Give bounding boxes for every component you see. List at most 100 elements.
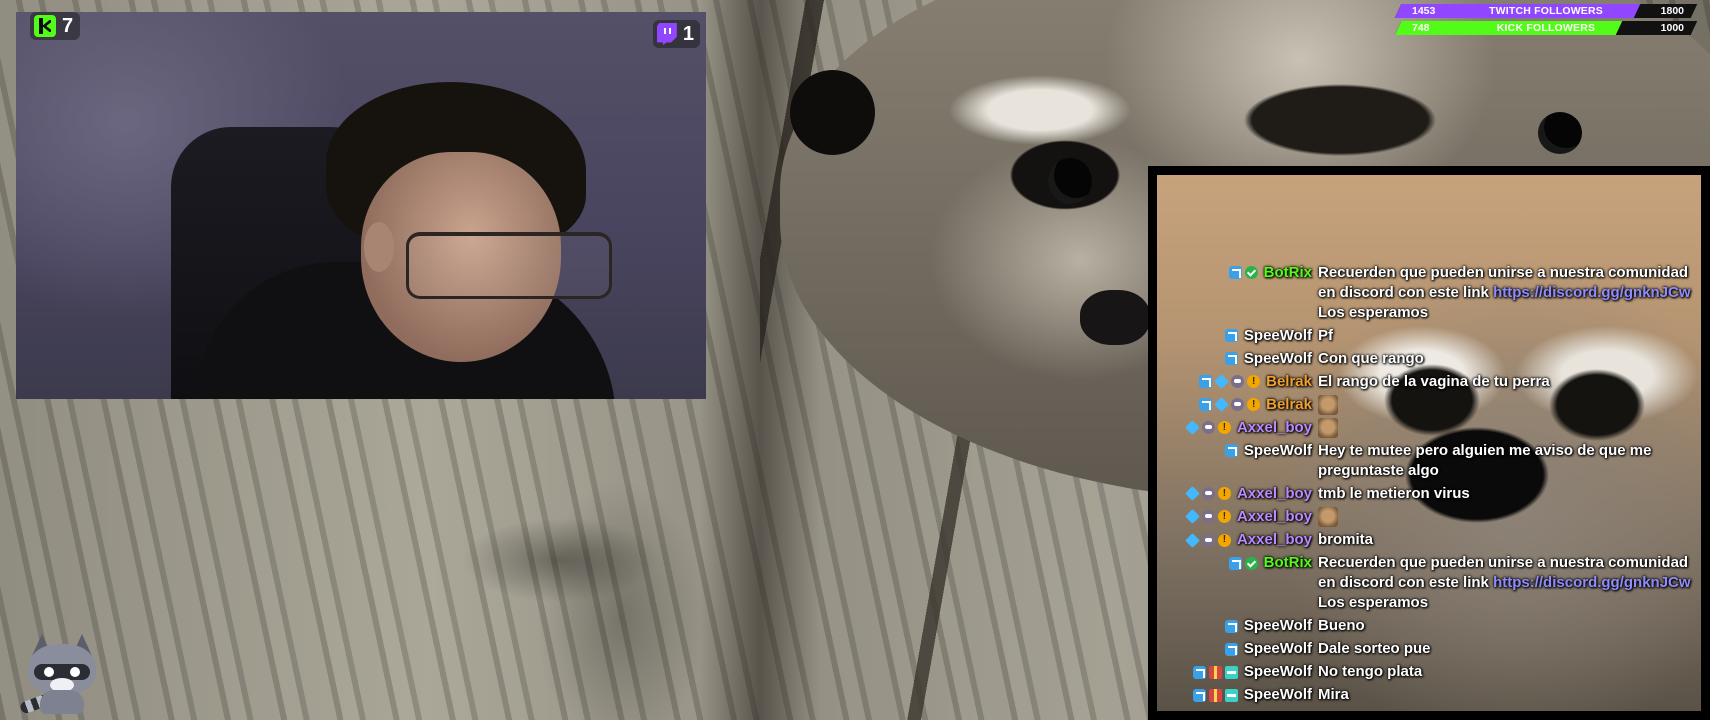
chat-message-text: bromita	[1318, 531, 1374, 548]
chat-message: ! Axxel_boy tmb le metieron virus	[1157, 484, 1693, 504]
chat-message-header: SpeeWolf	[1157, 441, 1312, 461]
kick-viewer-counter: 7	[30, 12, 81, 40]
chat-message-body: Recuerden que pueden unirse a nuestra co…	[1312, 263, 1693, 323]
chat-message-header: SpeeWolf	[1157, 662, 1312, 682]
raccoon-paw	[790, 70, 875, 155]
twitch-viewer-count: 1	[682, 22, 694, 45]
sub-badge-icon	[1231, 398, 1245, 412]
chat-message-text: Bueno	[1318, 617, 1365, 634]
twitch-viewer-counter: 1	[652, 20, 700, 48]
og-badge-icon: !	[1217, 421, 1231, 435]
chat-message-suffix: Los esperamos	[1318, 594, 1429, 611]
follower-goals: 1453 TWITCH FOLLOWERS 1800 748 KICK FOLL…	[1394, 4, 1698, 38]
chat-message: ! Belrak	[1157, 394, 1693, 415]
chat-message-text: Dale sorteo pue	[1318, 640, 1431, 657]
sword-badge-icon	[1224, 665, 1238, 679]
chat-message: BotRix Recuerden que pueden unirse a nues…	[1157, 263, 1693, 323]
chat-message-body: Mira	[1312, 685, 1693, 705]
chat-message-header: ! Belrak	[1157, 395, 1312, 415]
chat-message-header: ! Axxel_boy	[1157, 484, 1312, 504]
og-badge-icon: !	[1217, 533, 1231, 547]
raccoon-mascot-icon	[18, 628, 106, 716]
chat-message-header: SpeeWolf	[1157, 349, 1312, 369]
chat-message-body	[1312, 507, 1693, 527]
chat-message-body: Con que rango	[1312, 349, 1693, 369]
chat-message-header: BotRix	[1157, 553, 1312, 573]
twitch-logo-icon	[656, 23, 677, 45]
chat-username[interactable]: Axxel_boy	[1237, 530, 1312, 550]
mod-badge-icon	[1224, 619, 1238, 633]
chat-message-header: ! Axxel_boy	[1157, 507, 1312, 527]
chat-username[interactable]: Axxel_boy	[1237, 507, 1312, 527]
chat-message: BotRix Recuerden que pueden unirse a nues…	[1157, 553, 1693, 613]
vip-badge-icon	[1185, 532, 1200, 548]
chat-background: BotRix Recuerden que pueden unirse a nues…	[1157, 175, 1701, 711]
chat-message-text: No tengo plata	[1318, 663, 1423, 680]
chat-box: BotRix Recuerden que pueden unirse a nues…	[1148, 166, 1710, 720]
chat-message-body: Pf	[1312, 326, 1693, 346]
discord-link[interactable]: https://discord.gg/gnknJCw	[1493, 574, 1691, 591]
mod-badge-icon	[1228, 266, 1242, 280]
chat-message-header: BotRix	[1157, 263, 1312, 283]
chat-username[interactable]: SpeeWolf	[1244, 616, 1312, 636]
sword-badge-icon	[1224, 688, 1238, 702]
emote-icon	[1318, 394, 1338, 415]
chat-message-body: tmb le metieron virus	[1312, 484, 1693, 504]
chat-username[interactable]: SpeeWolf	[1244, 441, 1312, 461]
chat-username[interactable]: Axxel_boy	[1237, 484, 1312, 504]
chat-message: ! Axxel_boy	[1157, 507, 1693, 527]
sub-badge-icon	[1201, 533, 1215, 547]
goal-title: TWITCH FOLLOWERS	[1488, 5, 1603, 17]
chat-username[interactable]: SpeeWolf	[1244, 662, 1312, 682]
chat-message-body: Dale sorteo pue	[1312, 639, 1693, 659]
streamer-ear	[364, 222, 394, 272]
mod-badge-icon	[1192, 688, 1206, 702]
chat-username[interactable]: SpeeWolf	[1244, 685, 1312, 705]
emote-icon	[1318, 417, 1338, 438]
gift-badge-icon	[1208, 688, 1222, 702]
streamer-glasses	[406, 232, 612, 299]
chat-username[interactable]: BotRix	[1264, 553, 1312, 573]
sub-badge-icon	[1201, 487, 1215, 501]
chat-message-body	[1312, 394, 1693, 415]
chat-username[interactable]: Axxel_boy	[1237, 418, 1312, 438]
og-badge-icon: !	[1217, 510, 1231, 524]
chat-username[interactable]: SpeeWolf	[1244, 349, 1312, 369]
chat-message-header: SpeeWolf	[1157, 639, 1312, 659]
mod-badge-icon	[1199, 398, 1213, 412]
chat-message-body: No tengo plata	[1312, 662, 1693, 682]
sub-badge-icon	[1201, 421, 1215, 435]
chat-username[interactable]: SpeeWolf	[1244, 639, 1312, 659]
sub-badge-icon	[1231, 375, 1245, 389]
mod-badge-icon	[1224, 444, 1238, 458]
discord-link[interactable]: https://discord.gg/gnknJCw	[1493, 284, 1691, 301]
chat-message: ! Belrak El rango de la vagina de tu perra	[1157, 372, 1693, 392]
kick-viewer-count: 7	[62, 14, 74, 37]
chat-message-text: Con que rango	[1318, 349, 1424, 367]
chat-message-suffix: Los esperamos	[1318, 303, 1429, 321]
mascot-eye	[70, 667, 80, 677]
vip-badge-icon	[1185, 509, 1200, 525]
mascot-body	[40, 690, 84, 714]
chat-message-body: Bueno	[1312, 616, 1693, 636]
chat-message-header: ! Axxel_boy	[1157, 418, 1312, 438]
vip-badge-icon	[1214, 374, 1229, 390]
chat-message-header: ! Belrak	[1157, 372, 1312, 392]
mod-badge-icon	[1224, 642, 1238, 656]
emote-icon	[1318, 507, 1338, 527]
chat-message-body: Recuerden que pueden unirse a nuestra co…	[1312, 553, 1693, 613]
og-badge-icon: !	[1217, 487, 1231, 501]
webcam-feed: 1	[16, 12, 706, 399]
chat-username[interactable]: BotRix	[1264, 263, 1312, 283]
mod-badge-icon	[1228, 556, 1242, 570]
mod-badge-icon	[1192, 665, 1206, 679]
vip-badge-icon	[1185, 486, 1200, 502]
chat-message: SpeeWolf Bueno	[1157, 616, 1693, 636]
chat-message-body: El rango de la vagina de tu perra	[1312, 372, 1693, 392]
chat-message-text: Hey te mutee pero alguien me aviso de qu…	[1318, 441, 1652, 479]
chat-username[interactable]: Belrak	[1266, 395, 1312, 415]
chat-username[interactable]: Belrak	[1266, 372, 1312, 392]
og-badge-icon: !	[1247, 398, 1261, 412]
mod-badge-icon	[1199, 375, 1213, 389]
chat-username[interactable]: SpeeWolf	[1244, 326, 1312, 346]
